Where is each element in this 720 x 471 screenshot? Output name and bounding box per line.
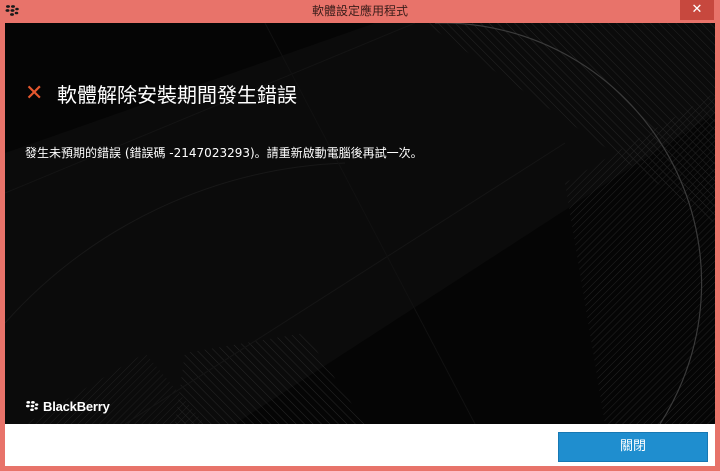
footer-bar: 關閉 <box>5 424 715 466</box>
content-panel: ✕ 軟體解除安裝期間發生錯誤 發生未預期的錯誤 (錯誤碼 -2147023293… <box>5 23 715 424</box>
installer-window: 軟體設定應用程式 ✕ ✕ 軟體解除安裝期間發生錯誤 發生未預期的錯誤 (錯誤碼 … <box>0 0 720 471</box>
close-button[interactable]: 關閉 <box>558 432 708 462</box>
window-close-button[interactable]: ✕ <box>680 0 714 20</box>
error-icon: ✕ <box>25 81 44 106</box>
error-message: 發生未預期的錯誤 (錯誤碼 -2147023293)。請重新啟動電腦後再試一次。 <box>25 146 423 160</box>
window-title: 軟體設定應用程式 <box>311 4 408 18</box>
error-title: 軟體解除安裝期間發生錯誤 <box>57 83 297 107</box>
brand-name: BlackBerry <box>43 398 110 414</box>
title-bar[interactable]: 軟體設定應用程式 ✕ <box>0 0 720 22</box>
blackberry-logo-icon <box>25 400 39 411</box>
brand-logo: BlackBerry <box>25 398 110 414</box>
